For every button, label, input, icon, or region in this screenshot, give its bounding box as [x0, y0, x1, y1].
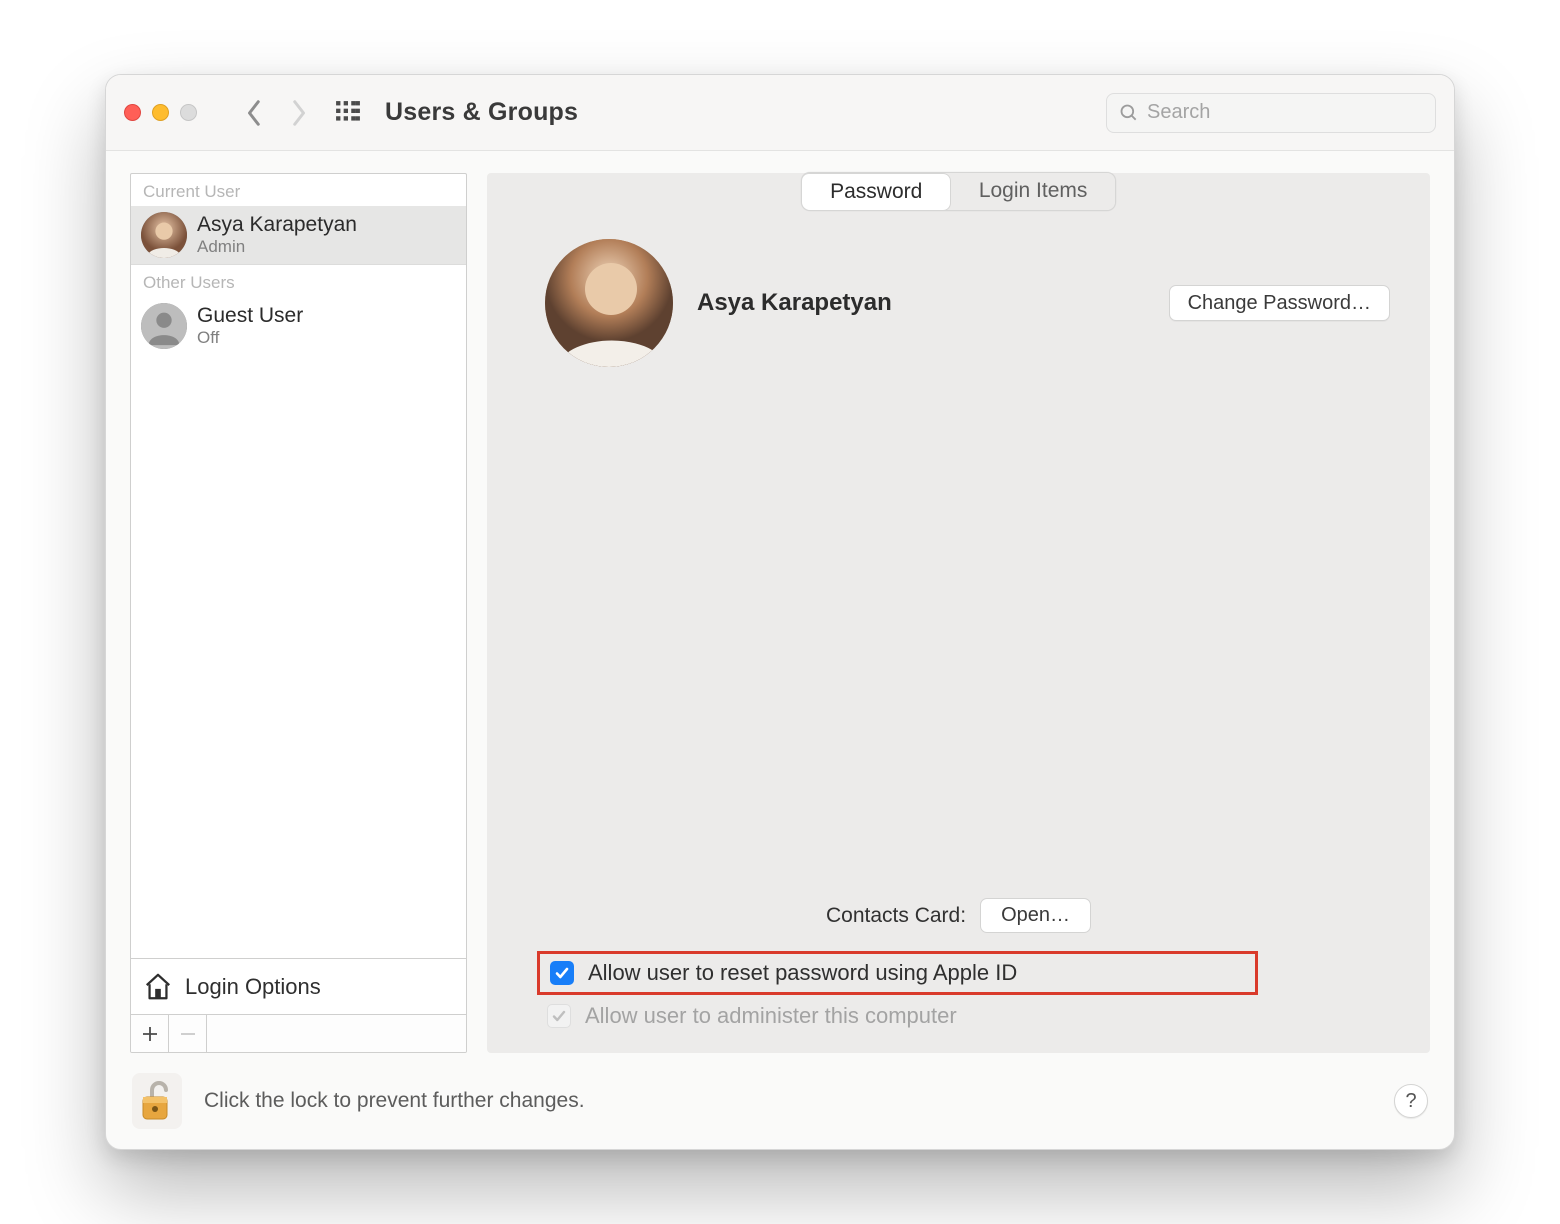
tab-password[interactable]: Password: [801, 173, 951, 211]
tab-login-items[interactable]: Login Items: [951, 173, 1116, 210]
search-input[interactable]: [1147, 101, 1423, 124]
sidebar-item-guest-user[interactable]: Guest User Off: [131, 297, 466, 355]
plus-icon: [142, 1026, 158, 1042]
contacts-card-label: Contacts Card:: [826, 904, 966, 928]
lock-hint-text: Click the lock to prevent further change…: [204, 1089, 585, 1113]
minus-icon: [180, 1026, 196, 1042]
allow-administer-label: Allow user to administer this computer: [585, 1003, 957, 1029]
contacts-card-row: Contacts Card: Open…: [487, 898, 1430, 933]
login-options-label: Login Options: [185, 974, 321, 1000]
checkmark-icon: [554, 965, 570, 981]
search-field[interactable]: [1106, 93, 1436, 133]
allow-administer-checkbox: [547, 1004, 571, 1028]
users-sidebar: Current User Asya Karapetyan Admin: [130, 173, 467, 1053]
lock-button[interactable]: [132, 1073, 182, 1129]
allow-administer-row: Allow user to administer this computer: [547, 1003, 1258, 1029]
user-status-label: Off: [197, 328, 303, 348]
back-button[interactable]: [237, 91, 271, 135]
generic-user-icon: [141, 303, 187, 349]
house-icon: [143, 972, 173, 1002]
user-avatar-large[interactable]: [545, 239, 673, 367]
tab-bar: Password Login Items: [801, 172, 1117, 211]
allow-reset-apple-id-label: Allow user to reset password using Apple…: [588, 960, 1017, 986]
grid-icon: [335, 100, 361, 126]
chevron-left-icon: [247, 100, 262, 126]
chevron-right-icon: [291, 100, 306, 126]
user-photo-icon: [545, 239, 673, 367]
add-user-button[interactable]: [131, 1015, 169, 1052]
close-window-button[interactable]: [124, 104, 141, 121]
other-users-section-label: Other Users: [131, 265, 466, 297]
user-display-name: Asya Karapetyan: [697, 289, 892, 317]
content-area: Current User Asya Karapetyan Admin: [106, 151, 1454, 1053]
current-user-section-label: Current User: [131, 174, 466, 206]
checkmark-icon: [551, 1008, 567, 1024]
preferences-window: Users & Groups Current User: [105, 74, 1455, 1150]
forward-button: [281, 91, 315, 135]
avatar: [141, 212, 187, 258]
remove-user-button: [169, 1015, 207, 1052]
window-controls: [124, 104, 197, 121]
user-header: Asya Karapetyan Change Password…: [487, 211, 1430, 367]
window-title: Users & Groups: [385, 98, 578, 127]
minimize-window-button[interactable]: [152, 104, 169, 121]
login-options-button[interactable]: Login Options: [131, 958, 466, 1014]
avatar: [141, 303, 187, 349]
search-icon: [1119, 103, 1139, 123]
user-name-label: Asya Karapetyan: [197, 213, 357, 237]
toolbar: Users & Groups: [106, 75, 1454, 151]
add-remove-bar: [131, 1014, 466, 1052]
change-password-button[interactable]: Change Password…: [1169, 285, 1390, 321]
user-photo-icon: [141, 212, 187, 258]
main-panel: Password Login Items Asya Karapetyan Cha…: [487, 173, 1430, 1053]
show-all-prefs-button[interactable]: [335, 100, 361, 126]
maximize-window-button: [180, 104, 197, 121]
help-button[interactable]: ?: [1394, 1084, 1428, 1118]
allow-reset-apple-id-row: Allow user to reset password using Apple…: [537, 951, 1258, 995]
user-name-label: Guest User: [197, 304, 303, 328]
user-role-label: Admin: [197, 237, 357, 257]
allow-reset-apple-id-checkbox[interactable]: [550, 961, 574, 985]
sidebar-item-current-user[interactable]: Asya Karapetyan Admin: [131, 206, 466, 264]
unlocked-padlock-icon: [139, 1079, 175, 1123]
footer: Click the lock to prevent further change…: [106, 1053, 1454, 1149]
open-contacts-button[interactable]: Open…: [980, 898, 1091, 933]
